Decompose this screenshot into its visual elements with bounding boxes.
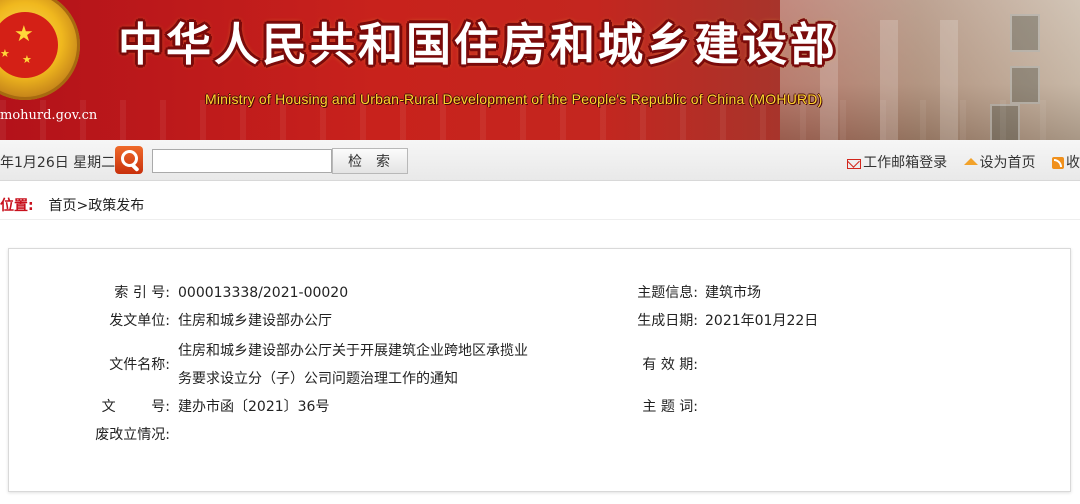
rss-icon xyxy=(1052,157,1064,169)
breadcrumb-separator: > xyxy=(76,198,89,214)
banner-window xyxy=(1010,14,1040,52)
search-input[interactable] xyxy=(152,149,332,173)
set-homepage-label: 设为首页 xyxy=(979,155,1036,171)
site-url: mohurd.gov.cn xyxy=(0,108,98,123)
filename-label: 文件名称: xyxy=(109,357,170,373)
home-icon xyxy=(963,158,978,165)
index-no-label: 索 引 号: xyxy=(114,285,170,301)
info-row-date: 生成日期: 2021年01月22日 xyxy=(529,311,929,331)
national-emblem-icon: ★ ★ ★ xyxy=(0,0,80,100)
topic-value: 建筑市场 xyxy=(705,285,761,301)
set-homepage-link[interactable]: 设为首页 xyxy=(963,152,1036,172)
index-no-value: 000013338/2021-00020 xyxy=(178,285,349,301)
site-title-cn: 中华人民共和国住房和城乡建设部 xyxy=(118,18,839,71)
breadcrumb: 位置: 首页>政策发布 xyxy=(0,195,144,215)
filename-line-2: 务要求设立分（子）公司问题治理工作的通知 xyxy=(178,371,458,387)
issuer-label: 发文单位: xyxy=(109,313,170,329)
work-email-login-label: 工作邮箱登录 xyxy=(863,155,948,171)
info-row-issuer: 发文单位: 住房和城乡建设部办公厅 xyxy=(9,311,609,331)
site-banner: ★ ★ ★ mohurd.gov.cn 中华人民共和国住房和城乡建设部 Mini… xyxy=(0,0,1080,140)
status-label: 废改立情况: xyxy=(95,427,170,443)
validity-label: 有 效 期: xyxy=(642,357,698,373)
info-row-filename: 文件名称: 住房和城乡建设部办公厅关于开展建筑企业跨地区承揽业 务要求设立分（子… xyxy=(9,341,609,389)
banner-window xyxy=(1010,66,1040,104)
breadcrumb-home[interactable]: 首页 xyxy=(49,198,77,214)
search-icon[interactable] xyxy=(115,146,143,174)
keywords-label: 主 题 词: xyxy=(642,399,698,415)
toolbar-links: 工作邮箱登录 设为首页 收 xyxy=(847,152,1080,172)
site-title-en: Ministry of Housing and Urban-Rural Deve… xyxy=(205,91,823,107)
date-label: 生成日期: xyxy=(637,313,698,329)
divider xyxy=(0,219,1080,220)
doc-no-label: 文 号: xyxy=(101,399,170,415)
search-button[interactable]: 检索 xyxy=(332,148,408,174)
info-row-status: 废改立情况: xyxy=(9,425,609,445)
current-date: 年1月26日 星期二 xyxy=(0,155,116,171)
info-row-docno: 文 号: 建办市函〔2021〕36号 xyxy=(9,397,609,417)
bookmark-label: 收 xyxy=(1066,155,1080,171)
filename-line-1: 住房和城乡建设部办公厅关于开展建筑企业跨地区承揽业 xyxy=(178,343,528,359)
doc-no-value: 建办市函〔2021〕36号 xyxy=(178,399,330,415)
info-row-keywords: 主 题 词: xyxy=(529,397,929,417)
info-row-topic: 主题信息: 建筑市场 xyxy=(529,283,929,303)
breadcrumb-policy-release[interactable]: 政策发布 xyxy=(88,198,144,214)
work-email-login-link[interactable]: 工作邮箱登录 xyxy=(847,152,947,172)
breadcrumb-label: 位置: xyxy=(0,198,34,214)
top-toolbar: 年1月26日 星期二 检索 工作邮箱登录 设为首页 收 xyxy=(0,140,1080,181)
info-row-index: 索 引 号: 000013338/2021-00020 xyxy=(9,283,609,303)
mail-icon xyxy=(847,159,862,169)
issuer-value: 住房和城乡建设部办公厅 xyxy=(178,313,332,329)
document-info-panel: 索 引 号: 000013338/2021-00020 发文单位: 住房和城乡建… xyxy=(8,248,1071,492)
bookmark-link[interactable]: 收 xyxy=(1052,152,1080,172)
date-value: 2021年01月22日 xyxy=(705,313,819,329)
topic-label: 主题信息: xyxy=(637,285,698,301)
info-row-validity: 有 效 期: xyxy=(529,355,929,375)
